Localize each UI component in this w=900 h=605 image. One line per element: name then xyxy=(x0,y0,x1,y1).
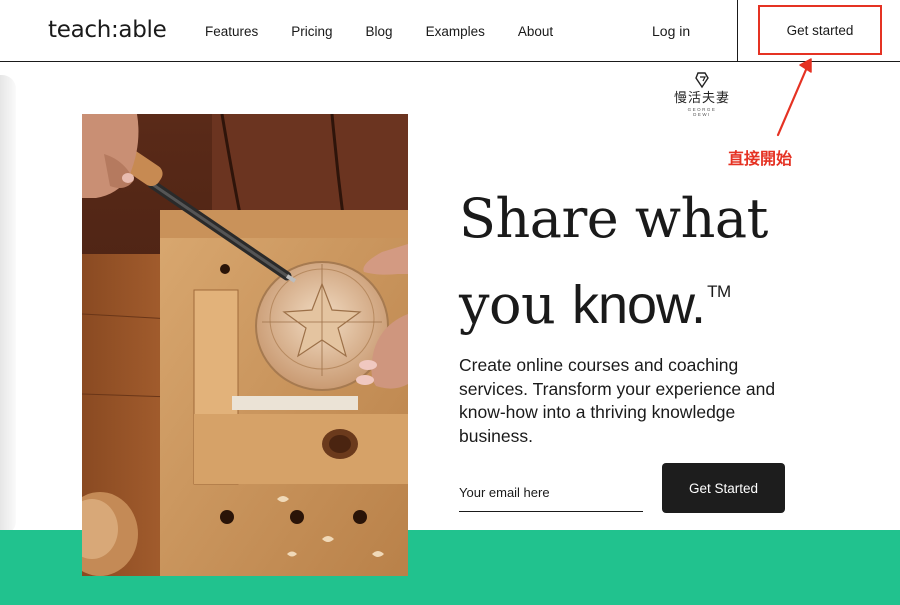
main-nav: Features Pricing Blog Examples About xyxy=(205,24,586,39)
annotation-arrow-icon xyxy=(776,58,812,137)
woodcarving-photo-illustration xyxy=(82,114,408,576)
hero-heading-know: know. xyxy=(571,275,706,335)
woodcarving-photo xyxy=(82,114,408,576)
watermark-logo-icon xyxy=(695,72,709,89)
watermark-english-bottom: DEWI xyxy=(693,112,711,117)
nav-item-features[interactable]: Features xyxy=(205,24,258,39)
nav-item-examples[interactable]: Examples xyxy=(426,24,485,39)
top-navigation-bar: teach:able Features Pricing Blog Example… xyxy=(0,0,900,62)
nav-item-blog[interactable]: Blog xyxy=(366,24,393,39)
watermark-stamp: 慢活夫妻 GEORGE DEWI xyxy=(668,70,736,130)
annotation-label: 直接開始 xyxy=(728,149,793,168)
get-started-header-button[interactable]: Get started xyxy=(758,5,882,55)
nav-item-pricing[interactable]: Pricing xyxy=(291,24,332,39)
hero-description: Create online courses and coaching servi… xyxy=(459,355,776,446)
hero-heading-line-1: Share what xyxy=(459,187,768,250)
hero-heading-you: you xyxy=(459,273,572,336)
hero-heading-line-2: you know. TM xyxy=(459,255,879,342)
header-cta-container: Get started xyxy=(737,0,900,62)
watermark-chinese-text: 慢活夫妻 xyxy=(673,91,730,106)
login-link[interactable]: Log in xyxy=(652,23,690,39)
nav-item-about[interactable]: About xyxy=(518,24,553,39)
hero-heading: Share what you know. TM xyxy=(459,182,879,342)
get-started-hero-button[interactable]: Get Started xyxy=(662,463,785,513)
trademark-symbol: TM xyxy=(707,282,731,301)
left-edge-decoration xyxy=(0,75,16,535)
email-input[interactable] xyxy=(459,474,643,512)
teachable-logo[interactable]: teach:able xyxy=(48,17,167,43)
